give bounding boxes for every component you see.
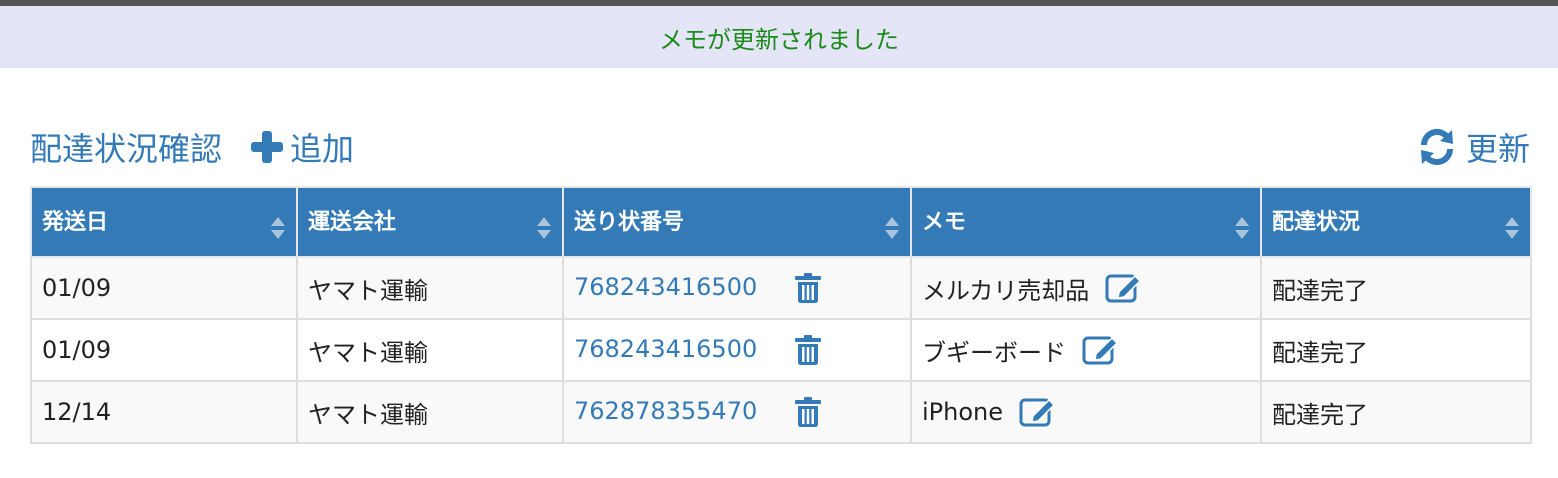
sort-icon bbox=[885, 217, 899, 239]
column-header-date[interactable]: 発送日 bbox=[30, 186, 298, 258]
tracking-link[interactable]: 768243416500 bbox=[574, 273, 774, 301]
memo-text: メルカリ売却品 bbox=[922, 276, 1090, 305]
page-header: 配達状況確認 追加 更新 bbox=[30, 122, 1530, 172]
trash-icon[interactable] bbox=[794, 272, 822, 304]
trash-icon[interactable] bbox=[794, 396, 822, 428]
add-button[interactable]: 追加 bbox=[250, 124, 354, 170]
table-row: 12/14 ヤマト運輸 762878355470 iPhone 配達完了 bbox=[30, 380, 1532, 444]
edit-icon[interactable] bbox=[1105, 272, 1143, 304]
refresh-button[interactable]: 更新 bbox=[1416, 124, 1530, 170]
date-cell: 01/09 bbox=[30, 318, 298, 382]
column-header-status[interactable]: 配達状況 bbox=[1260, 186, 1532, 258]
memo-cell: メルカリ売却品 bbox=[910, 256, 1262, 320]
status-cell: 配達完了 bbox=[1260, 318, 1532, 382]
column-header-carrier[interactable]: 運送会社 bbox=[296, 186, 564, 258]
tracking-cell: 762878355470 bbox=[562, 380, 912, 444]
table-row: 01/09 ヤマト運輸 768243416500 ブギーボード 配達完了 bbox=[30, 318, 1532, 382]
add-label: 追加 bbox=[290, 130, 355, 168]
delivery-table: 発送日 運送会社 送り状番号 メモ 配達状況 01/09 ヤマト運輸 76824… bbox=[30, 186, 1532, 444]
sort-icon bbox=[1505, 217, 1519, 239]
edit-icon[interactable] bbox=[1019, 396, 1057, 428]
refresh-label: 更新 bbox=[1465, 130, 1530, 168]
carrier-cell: ヤマト運輸 bbox=[296, 318, 564, 382]
date-cell: 12/14 bbox=[30, 380, 298, 444]
status-cell: 配達完了 bbox=[1260, 256, 1532, 320]
tracking-link[interactable]: 762878355470 bbox=[574, 397, 774, 425]
table-row: 01/09 ヤマト運輸 768243416500 メルカリ売却品 配達完了 bbox=[30, 256, 1532, 320]
flash-message: メモが更新されました bbox=[0, 6, 1558, 68]
tracking-cell: 768243416500 bbox=[562, 256, 912, 320]
tracking-cell: 768243416500 bbox=[562, 318, 912, 382]
memo-cell: iPhone bbox=[910, 380, 1262, 444]
flash-text: メモが更新されました bbox=[659, 25, 899, 54]
refresh-icon bbox=[1420, 128, 1453, 166]
carrier-cell: ヤマト運輸 bbox=[296, 380, 564, 444]
carrier-cell: ヤマト運輸 bbox=[296, 256, 564, 320]
status-cell: 配達完了 bbox=[1260, 380, 1532, 444]
plus-icon bbox=[251, 131, 284, 163]
table-header-row: 発送日 運送会社 送り状番号 メモ 配達状況 bbox=[30, 186, 1532, 258]
column-header-tracking[interactable]: 送り状番号 bbox=[562, 186, 912, 258]
edit-icon[interactable] bbox=[1082, 334, 1120, 366]
sort-icon bbox=[1235, 217, 1249, 239]
tracking-link[interactable]: 768243416500 bbox=[574, 335, 774, 363]
page-title: 配達状況確認 bbox=[30, 130, 223, 168]
memo-text: iPhone bbox=[922, 398, 1004, 426]
trash-icon[interactable] bbox=[794, 334, 822, 366]
date-cell: 01/09 bbox=[30, 256, 298, 320]
memo-text: ブギーボード bbox=[922, 338, 1066, 367]
sort-icon bbox=[271, 217, 285, 239]
column-header-memo[interactable]: メモ bbox=[910, 186, 1262, 258]
sort-icon bbox=[537, 217, 551, 239]
memo-cell: ブギーボード bbox=[910, 318, 1262, 382]
